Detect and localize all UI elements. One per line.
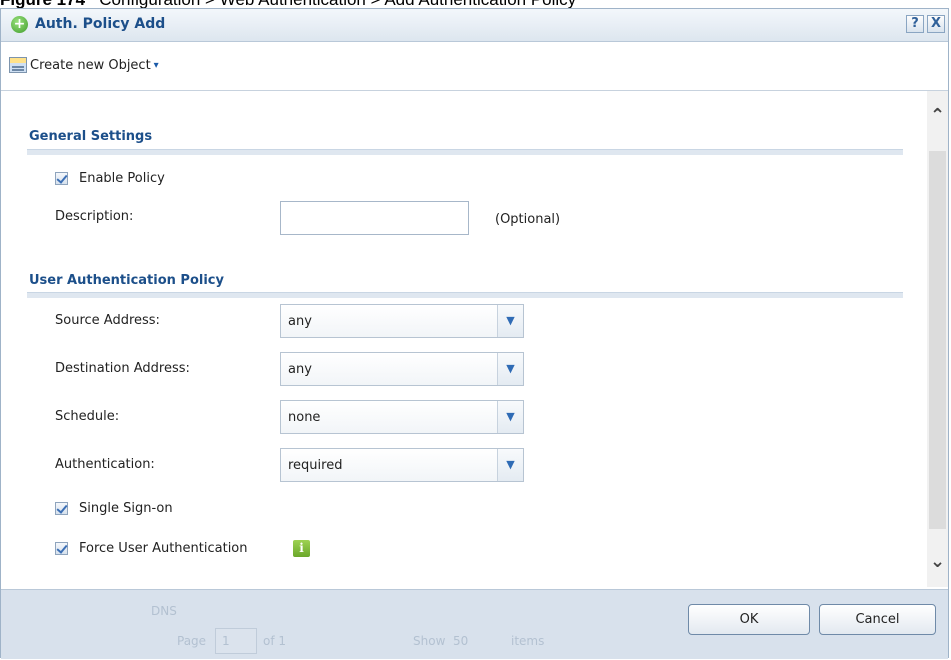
general-settings-divider — [27, 149, 903, 155]
force-user-auth-row: Force User Authentication — [55, 541, 248, 556]
scroll-down-icon[interactable]: ⌄ — [927, 551, 948, 573]
source-address-select[interactable]: any ▼ — [280, 304, 524, 338]
force-user-auth-checkbox[interactable] — [55, 542, 68, 555]
chevron-down-icon: ▼ — [497, 305, 523, 337]
enable-policy-label: Enable Policy — [79, 171, 165, 186]
chevron-down-icon: ▼ — [497, 449, 523, 481]
destination-address-value: any — [288, 362, 312, 377]
schedule-select[interactable]: none ▼ — [280, 400, 524, 434]
authentication-value: required — [288, 458, 343, 473]
user-auth-policy-heading: User Authentication Policy — [29, 273, 224, 288]
scroll-up-icon[interactable]: ⌃ — [927, 105, 948, 127]
help-button[interactable]: ? — [906, 15, 924, 33]
close-button[interactable]: X — [927, 15, 945, 33]
schedule-value: none — [288, 410, 321, 425]
dropdown-caret-icon: ▾ — [153, 59, 159, 71]
force-user-auth-label: Force User Authentication — [79, 541, 248, 556]
chevron-down-icon: ▼ — [497, 401, 523, 433]
general-settings-heading: General Settings — [29, 129, 153, 144]
description-label: Description: — [55, 209, 134, 224]
background-show-label: Show — [413, 634, 446, 648]
background-items-label: items — [511, 634, 545, 648]
destination-address-label: Destination Address: — [55, 361, 190, 376]
background-show-value: 50 — [453, 634, 469, 648]
single-sign-on-row: Single Sign-on — [55, 501, 173, 516]
dialog-title: Auth. Policy Add — [35, 16, 166, 32]
authentication-label: Authentication: — [55, 457, 155, 472]
create-new-object-label: Create new Object — [30, 57, 151, 73]
authentication-select[interactable]: required ▼ — [280, 448, 524, 482]
add-icon: + — [11, 16, 28, 33]
auth-policy-add-dialog: + Auth. Policy Add ? X Create new Object… — [0, 8, 949, 659]
ok-button[interactable]: OK — [688, 604, 810, 635]
background-page-input: 1 — [215, 628, 257, 654]
create-new-object-menu[interactable]: Create new Object ▾ — [9, 54, 159, 76]
enable-policy-checkbox[interactable] — [55, 172, 68, 185]
background-page-label: Page — [177, 634, 207, 648]
chevron-down-icon: ▼ — [497, 353, 523, 385]
single-sign-on-label: Single Sign-on — [79, 501, 173, 516]
background-dns-label: DNS — [151, 604, 177, 618]
scroll-track[interactable] — [929, 151, 946, 529]
background-of-label: of 1 — [263, 634, 287, 648]
destination-address-select[interactable]: any ▼ — [280, 352, 524, 386]
source-address-label: Source Address: — [55, 313, 160, 328]
optional-hint: (Optional) — [495, 212, 561, 227]
background-page-value: 1 — [222, 634, 230, 648]
object-icon — [9, 57, 27, 73]
dialog-content: General Settings Enable Policy Descripti… — [1, 91, 948, 589]
schedule-label: Schedule: — [55, 409, 120, 424]
vertical-scrollbar[interactable]: ⌃ ⌄ — [927, 91, 948, 587]
dialog-footer: DNS Page 1 of 1 Show 50 items OK Cancel — [1, 589, 948, 659]
enable-policy-row: Enable Policy — [55, 171, 165, 186]
dialog-titlebar: + Auth. Policy Add ? X — [1, 9, 948, 42]
user-auth-policy-divider — [27, 292, 903, 298]
single-sign-on-checkbox[interactable] — [55, 502, 68, 515]
toolbar: Create new Object ▾ — [1, 42, 948, 91]
description-input[interactable] — [280, 201, 469, 235]
source-address-value: any — [288, 314, 312, 329]
info-icon[interactable]: i — [293, 540, 310, 557]
cancel-button[interactable]: Cancel — [819, 604, 936, 635]
